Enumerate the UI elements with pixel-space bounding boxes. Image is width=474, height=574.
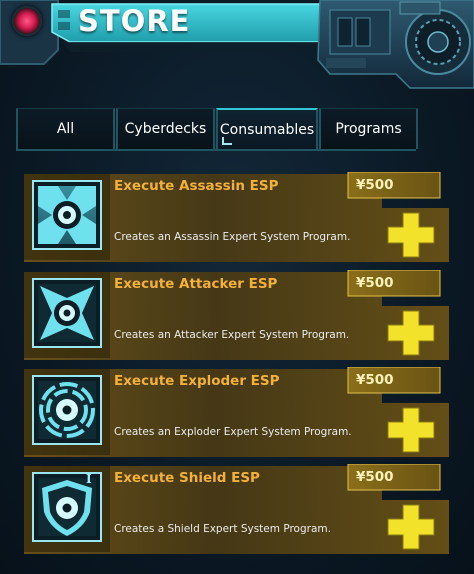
- tab-programs[interactable]: Programs: [319, 108, 418, 149]
- exploder-esp-icon: [32, 375, 102, 445]
- status-light-icon: [12, 6, 42, 36]
- item-price: ¥500: [356, 177, 394, 193]
- buy-plus-button[interactable]: [384, 209, 438, 261]
- plus-icon: [387, 407, 435, 453]
- item-description: Creates an Exploder Expert System Progra…: [114, 426, 352, 438]
- store-header: STORE: [0, 0, 474, 92]
- tab-all[interactable]: All: [16, 108, 115, 149]
- tab-cyberdecks[interactable]: Cyberdecks: [116, 108, 215, 149]
- buy-plus-button[interactable]: [384, 307, 438, 359]
- tab-label: Consumables: [219, 122, 315, 138]
- tab-label: Cyberdecks: [124, 121, 207, 137]
- rank-badge: I: [86, 472, 92, 486]
- store-item[interactable]: Execute Exploder ESP ¥500 Creates an Exp…: [24, 367, 449, 457]
- item-price: ¥500: [356, 469, 394, 485]
- selected-corner-icon: [222, 137, 232, 145]
- tab-underline: [16, 149, 416, 151]
- assassin-esp-icon: [32, 180, 102, 250]
- tab-label: Programs: [335, 121, 402, 137]
- item-name: Execute Assassin ESP: [114, 178, 279, 194]
- item-description: Creates an Attacker Expert System Progra…: [114, 329, 350, 341]
- attacker-esp-icon: [32, 278, 102, 348]
- item-price: ¥500: [356, 275, 394, 291]
- store-item[interactable]: I Execute Shield ESP ¥500 Creates a Shie…: [24, 464, 449, 554]
- item-name: Execute Attacker ESP: [114, 276, 278, 292]
- header-frame: [0, 0, 474, 89]
- store-item[interactable]: Execute Assassin ESP ¥500 Creates an Ass…: [24, 172, 449, 262]
- tab-consumables[interactable]: Consumables: [216, 108, 318, 150]
- buy-plus-button[interactable]: [384, 404, 438, 456]
- item-name: Execute Shield ESP: [114, 470, 260, 486]
- plus-icon: [387, 504, 435, 550]
- plus-icon: [387, 212, 435, 258]
- plus-icon: [387, 310, 435, 356]
- buy-plus-button[interactable]: [384, 501, 438, 553]
- item-name: Execute Exploder ESP: [114, 373, 280, 389]
- store-item[interactable]: Execute Attacker ESP ¥500 Creates an Att…: [24, 270, 449, 360]
- tab-label: All: [56, 121, 75, 137]
- item-price: ¥500: [356, 372, 394, 388]
- item-description: Creates an Assassin Expert System Progra…: [114, 231, 351, 243]
- page-title: STORE: [78, 4, 191, 38]
- item-description: Creates a Shield Expert System Program.: [114, 523, 331, 535]
- category-tabs: All Cyberdecks Consumables Programs: [16, 108, 418, 150]
